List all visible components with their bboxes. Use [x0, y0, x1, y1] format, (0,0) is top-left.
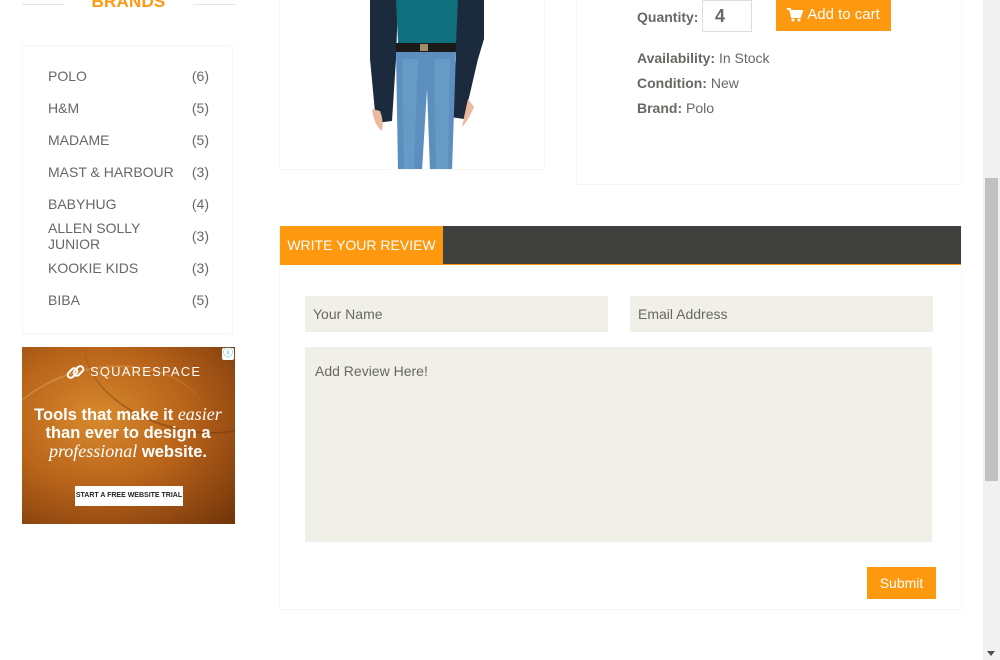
brand-count: (3) — [191, 260, 209, 276]
ad-headline: Tools that make it easier than ever to d… — [34, 404, 222, 461]
availability-label: Availability: — [637, 50, 716, 66]
quantity-label: Quantity: — [637, 9, 699, 25]
review-email-input[interactable] — [630, 296, 933, 332]
add-to-cart-label: Add to cart — [807, 6, 880, 23]
ad-cta-button[interactable]: START A FREE WEBSITE TRIAL — [75, 486, 183, 506]
availability-row: Availability: In Stock — [637, 50, 770, 66]
product-photo — [370, 0, 484, 169]
brand-name: ALLEN SOLLY JUNIOR — [48, 220, 141, 252]
ad-logo: SQUARESPACE — [65, 363, 202, 380]
brand-name: MADAME — [48, 132, 110, 148]
brand-count: (5) — [191, 292, 209, 308]
brand-name: BIBA — [48, 292, 80, 308]
brand-count: (5) — [191, 132, 209, 148]
condition-value: New — [710, 75, 739, 91]
brand-name: MAST & HARBOUR — [48, 164, 174, 180]
brand-name: POLO — [48, 68, 87, 84]
brand-item-babyhug[interactable]: BABYHUG (4) — [48, 194, 209, 214]
brand-name: H&M — [48, 100, 80, 116]
condition-label: Condition: — [637, 75, 707, 91]
scrollbar-thumb[interactable] — [985, 178, 998, 481]
brand-count: (6) — [191, 68, 209, 84]
brand-count: (5) — [191, 100, 209, 116]
review-tab-bar: WRITE YOUR REVIEW — [280, 226, 961, 265]
brands-list: POLO (6) H&M (5) MADAME (5) MAST & HARBO… — [22, 45, 233, 334]
brand-item-biba[interactable]: BIBA (5) — [48, 290, 209, 310]
availability-value: In Stock — [718, 50, 770, 66]
condition-row: Condition: New — [637, 75, 739, 91]
heading-rule-right — [193, 4, 235, 5]
page-scrollbar[interactable] — [983, 0, 1000, 660]
brand-item-mast-harbour[interactable]: MAST & HARBOUR (3) — [48, 162, 209, 182]
brand-value: Polo — [686, 100, 715, 116]
brand-label: Brand: — [637, 100, 683, 116]
brand-count: (4) — [191, 196, 209, 212]
brand-name: BABYHUG — [48, 196, 117, 212]
brand-name: KOOKIE KIDS — [48, 260, 139, 276]
squarespace-ad[interactable]: ⓘ SQUARESPACE Tools that make it easier … — [22, 347, 235, 524]
brand-count: (3) — [191, 164, 209, 180]
review-text-input[interactable] — [305, 347, 932, 542]
submit-review-button[interactable]: Submit — [867, 567, 936, 599]
tab-write-review[interactable]: WRITE YOUR REVIEW — [280, 226, 443, 265]
ad-info-icon[interactable]: ⓘ — [222, 348, 234, 360]
product-info-panel — [576, 0, 962, 185]
brand-item-hm[interactable]: H&M (5) — [48, 98, 209, 118]
brand-item-madame[interactable]: MADAME (5) — [48, 130, 209, 150]
brand-item-polo[interactable]: POLO (6) — [48, 66, 209, 86]
squarespace-logo-icon — [65, 363, 86, 380]
brand-item-allen-solly-junior[interactable]: ALLEN SOLLY JUNIOR (3) — [48, 220, 209, 252]
brands-heading: BRANDS — [22, 0, 235, 14]
brand-count: (3) — [191, 228, 209, 244]
add-to-cart-button[interactable]: Add to cart — [776, 0, 891, 31]
scroll-down-arrow-icon[interactable] — [987, 651, 995, 656]
brand-row: Brand: Polo — [637, 100, 714, 116]
brands-title: BRANDS — [91, 0, 166, 11]
review-name-input[interactable] — [305, 296, 608, 332]
ad-brand-name: SQUARESPACE — [90, 364, 202, 379]
quantity-input[interactable] — [702, 0, 752, 32]
heading-rule-left — [22, 4, 64, 5]
product-image — [279, 0, 545, 170]
shopping-cart-icon — [787, 7, 804, 21]
brand-item-kookie-kids[interactable]: KOOKIE KIDS (3) — [48, 258, 209, 278]
